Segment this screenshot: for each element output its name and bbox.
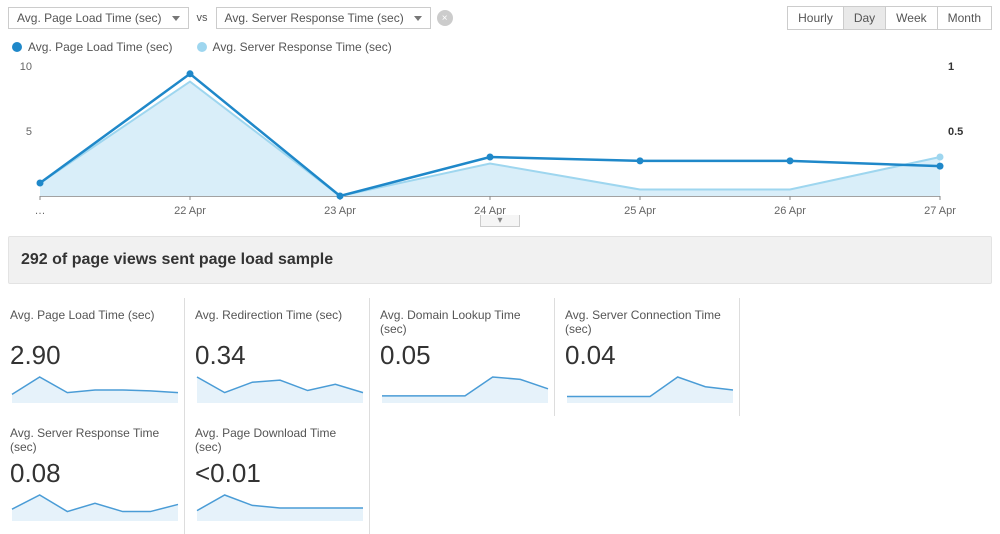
metric-card-value: <0.01 bbox=[195, 456, 359, 489]
svg-text:0.5: 0.5 bbox=[948, 126, 963, 138]
svg-text:26 Apr: 26 Apr bbox=[774, 205, 806, 217]
summary-text: 292 of page views sent page load sample bbox=[21, 251, 979, 269]
metric-card[interactable]: Avg. Server Connection Time (sec) 0.04 bbox=[555, 298, 740, 416]
summary-bar: 292 of page views sent page load sample bbox=[8, 236, 992, 284]
metric-card[interactable]: Avg. Page Download Time (sec) <0.01 bbox=[185, 416, 370, 534]
clear-comparison-icon[interactable]: × bbox=[437, 10, 453, 26]
svg-text:1: 1 bbox=[948, 61, 954, 73]
metric-card-value: 0.34 bbox=[195, 338, 359, 371]
chevron-down-icon bbox=[172, 16, 180, 21]
metric-card-label: Avg. Redirection Time (sec) bbox=[195, 308, 359, 338]
metric-a-label: Avg. Page Load Time (sec) bbox=[17, 11, 162, 25]
metric-card[interactable]: Avg. Domain Lookup Time (sec) 0.05 bbox=[370, 298, 555, 416]
metric-card-value: 2.90 bbox=[10, 338, 174, 371]
svg-text:…: … bbox=[35, 205, 46, 217]
legend-item-b: Avg. Server Response Time (sec) bbox=[197, 40, 392, 54]
sparkline bbox=[10, 493, 180, 523]
metric-card-value: 0.08 bbox=[10, 456, 174, 489]
svg-text:27 Apr: 27 Apr bbox=[924, 205, 956, 217]
chart-legend: Avg. Page Load Time (sec) Avg. Server Re… bbox=[0, 36, 1000, 58]
metric-selector-bar: Avg. Page Load Time (sec) vs Avg. Server… bbox=[0, 0, 1000, 36]
main-chart: 5100.51…22 Apr23 Apr24 Apr25 Apr26 Apr27… bbox=[10, 58, 990, 218]
metric-card[interactable]: Avg. Server Response Time (sec) 0.08 bbox=[0, 416, 185, 534]
svg-text:23 Apr: 23 Apr bbox=[324, 205, 356, 217]
chart-expand-handle[interactable]: ▾ bbox=[480, 215, 520, 227]
legend-dot-b bbox=[197, 42, 207, 52]
metric-card-label: Avg. Page Load Time (sec) bbox=[10, 308, 174, 338]
metric-card[interactable]: Avg. Redirection Time (sec) 0.34 bbox=[185, 298, 370, 416]
legend-label-b: Avg. Server Response Time (sec) bbox=[213, 40, 392, 54]
metric-b-label: Avg. Server Response Time (sec) bbox=[225, 11, 404, 25]
metric-card-label: Avg. Page Download Time (sec) bbox=[195, 426, 359, 456]
metric-card[interactable]: Avg. Page Load Time (sec) 2.90 bbox=[0, 298, 185, 416]
main-chart-svg: 5100.51…22 Apr23 Apr24 Apr25 Apr26 Apr27… bbox=[10, 58, 990, 218]
metric-card-label: Avg. Server Connection Time (sec) bbox=[565, 308, 729, 338]
sparkline bbox=[195, 375, 365, 405]
period-hourly[interactable]: Hourly bbox=[787, 6, 844, 30]
legend-item-a: Avg. Page Load Time (sec) bbox=[12, 40, 173, 54]
metric-a-dropdown[interactable]: Avg. Page Load Time (sec) bbox=[8, 7, 189, 29]
sparkline bbox=[380, 375, 550, 405]
period-month[interactable]: Month bbox=[937, 6, 992, 30]
chevron-down-icon bbox=[414, 16, 422, 21]
svg-text:10: 10 bbox=[20, 61, 32, 73]
legend-dot-a bbox=[12, 42, 22, 52]
period-day[interactable]: Day bbox=[843, 6, 886, 30]
vs-label: vs bbox=[195, 12, 210, 24]
metric-b-dropdown[interactable]: Avg. Server Response Time (sec) bbox=[216, 7, 431, 29]
metric-card-label: Avg. Server Response Time (sec) bbox=[10, 426, 174, 456]
legend-label-a: Avg. Page Load Time (sec) bbox=[28, 40, 173, 54]
metric-card-value: 0.04 bbox=[565, 338, 729, 371]
period-toggle-group: Hourly Day Week Month bbox=[788, 6, 992, 30]
period-week[interactable]: Week bbox=[885, 6, 937, 30]
svg-text:25 Apr: 25 Apr bbox=[624, 205, 656, 217]
sparkline bbox=[565, 375, 735, 405]
svg-text:5: 5 bbox=[26, 126, 32, 138]
sparkline bbox=[195, 493, 365, 523]
metric-cards: Avg. Page Load Time (sec) 2.90 Avg. Redi… bbox=[0, 298, 1000, 534]
svg-text:22 Apr: 22 Apr bbox=[174, 205, 206, 217]
sparkline bbox=[10, 375, 180, 405]
metric-card-label: Avg. Domain Lookup Time (sec) bbox=[380, 308, 544, 338]
metric-card-value: 0.05 bbox=[380, 338, 544, 371]
